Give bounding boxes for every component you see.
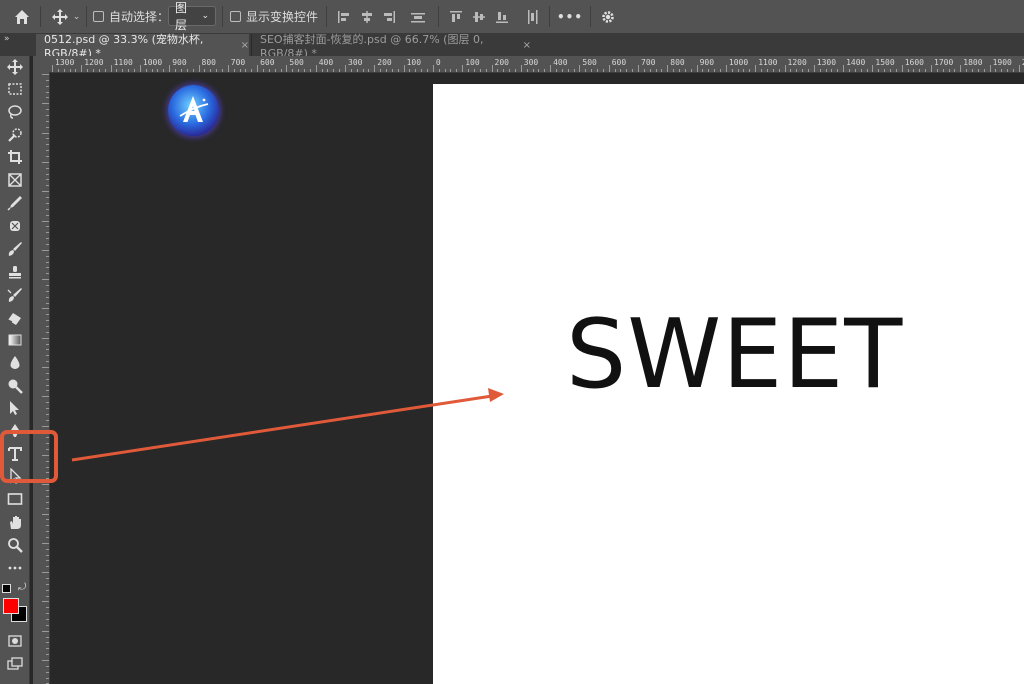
annotation-arrow	[71, 388, 504, 462]
type-tool-highlight	[0, 430, 58, 483]
